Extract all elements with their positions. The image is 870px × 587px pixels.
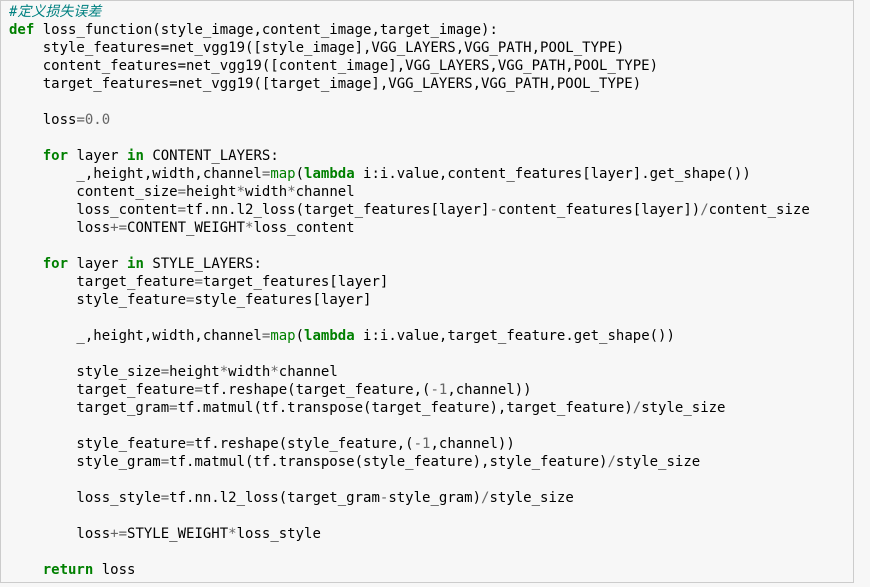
code-text: target_feature [9, 274, 194, 290]
comment-line: #定义损失误差 [9, 4, 101, 20]
code-text: ,channel)) [430, 436, 514, 452]
code-line: target_features=net_vgg19([target_image]… [9, 76, 641, 92]
code-text: content_size [9, 184, 178, 200]
code-text: i:i.value,target_feature.get_shape()) [355, 328, 675, 344]
code-text: content_features[layer]) [498, 202, 700, 218]
op-addeq: += [110, 526, 127, 542]
code-text: tf.nn.l2_loss(target_gram [169, 490, 380, 506]
op-assign: = [161, 490, 169, 506]
op-mul: * [220, 364, 228, 380]
op-assign: = [194, 274, 202, 290]
code-text: layer [68, 256, 127, 272]
for-keyword: for [43, 256, 68, 272]
op-assign: = [178, 184, 186, 200]
code-text: tf.matmul(tf.transpose(target_feature),t… [178, 400, 633, 416]
code-text: STYLE_WEIGHT [127, 526, 228, 542]
def-keyword: def [9, 22, 34, 38]
code-text: style_feature [9, 436, 186, 452]
op-div: / [633, 400, 641, 416]
code-block: #定义损失误差 def loss_function(style_image,co… [0, 0, 854, 583]
number-literal: -1 [430, 382, 447, 398]
in-keyword: in [127, 256, 144, 272]
map-builtin: map [270, 166, 295, 182]
code-line: content_features=net_vgg19([content_imag… [9, 58, 658, 74]
code-text: style_feature [9, 292, 186, 308]
code-text: loss_style [9, 490, 161, 506]
op-mul: * [287, 184, 295, 200]
in-keyword: in [127, 148, 144, 164]
code-text: ( [296, 328, 304, 344]
op-mul: * [228, 526, 236, 542]
code-text: style_size [641, 400, 725, 416]
code-text: content_size [709, 202, 810, 218]
code-text: loss_content [253, 220, 354, 236]
code-text: height [186, 184, 237, 200]
op-assign: = [161, 364, 169, 380]
code-text: style_gram) [388, 490, 481, 506]
op-addeq: += [110, 220, 127, 236]
code-text: i:i.value,content_features[layer].get_sh… [355, 166, 751, 182]
op-minus: - [489, 202, 497, 218]
code-text: height [169, 364, 220, 380]
op-div: / [607, 454, 615, 470]
for-keyword: for [43, 148, 68, 164]
code-text: tf.matmul(tf.transpose(style_feature),st… [169, 454, 607, 470]
code-text: style_size [489, 490, 573, 506]
code-text: style_gram [9, 454, 161, 470]
code-text: width [245, 184, 287, 200]
code-text: tf.reshape(style_feature,( [194, 436, 413, 452]
return-keyword: return [43, 562, 94, 578]
map-builtin: map [270, 328, 295, 344]
code-text: layer [68, 148, 127, 164]
code-text: STYLE_LAYERS: [144, 256, 262, 272]
code-text: _,height,width,channel [9, 328, 262, 344]
code-text: loss [9, 112, 76, 128]
lambda-keyword: lambda [304, 328, 355, 344]
code-text: ,channel)) [447, 382, 531, 398]
code-text: CONTENT_LAYERS: [144, 148, 279, 164]
code-text: CONTENT_WEIGHT [127, 220, 245, 236]
code-text: target_gram [9, 400, 169, 416]
op-mul: * [237, 184, 245, 200]
code-text: style_features[layer] [194, 292, 371, 308]
code-text: loss_content [9, 202, 178, 218]
code-text: _,height,width,channel [9, 166, 262, 182]
code-text: style_size [616, 454, 700, 470]
code-text: loss [93, 562, 135, 578]
number-literal: -1 [414, 436, 431, 452]
code-text: ( [296, 166, 304, 182]
code-text: style_size [9, 364, 161, 380]
op-assign: = [161, 454, 169, 470]
code-text: tf.nn.l2_loss(target_features[layer] [186, 202, 489, 218]
op-assign: = [76, 112, 84, 128]
number-literal: 0.0 [85, 112, 110, 128]
code-text: width [228, 364, 270, 380]
code-text: tf.reshape(target_feature,( [203, 382, 431, 398]
function-signature: loss_function(style_image,content_image,… [34, 22, 498, 38]
op-assign: = [194, 382, 202, 398]
lambda-keyword: lambda [304, 166, 355, 182]
op-assign: = [178, 202, 186, 218]
op-mul: * [270, 364, 278, 380]
code-text: loss [9, 526, 110, 542]
op-div: / [700, 202, 708, 218]
code-text: loss_style [237, 526, 321, 542]
source-code: #定义损失误差 def loss_function(style_image,co… [9, 3, 845, 579]
code-line: style_features=net_vgg19([style_image],V… [9, 40, 624, 56]
code-text: channel [296, 184, 355, 200]
code-text: target_feature [9, 382, 194, 398]
op-assign: = [169, 400, 177, 416]
code-text: channel [279, 364, 338, 380]
code-text: loss [9, 220, 110, 236]
code-text: target_features[layer] [203, 274, 388, 290]
